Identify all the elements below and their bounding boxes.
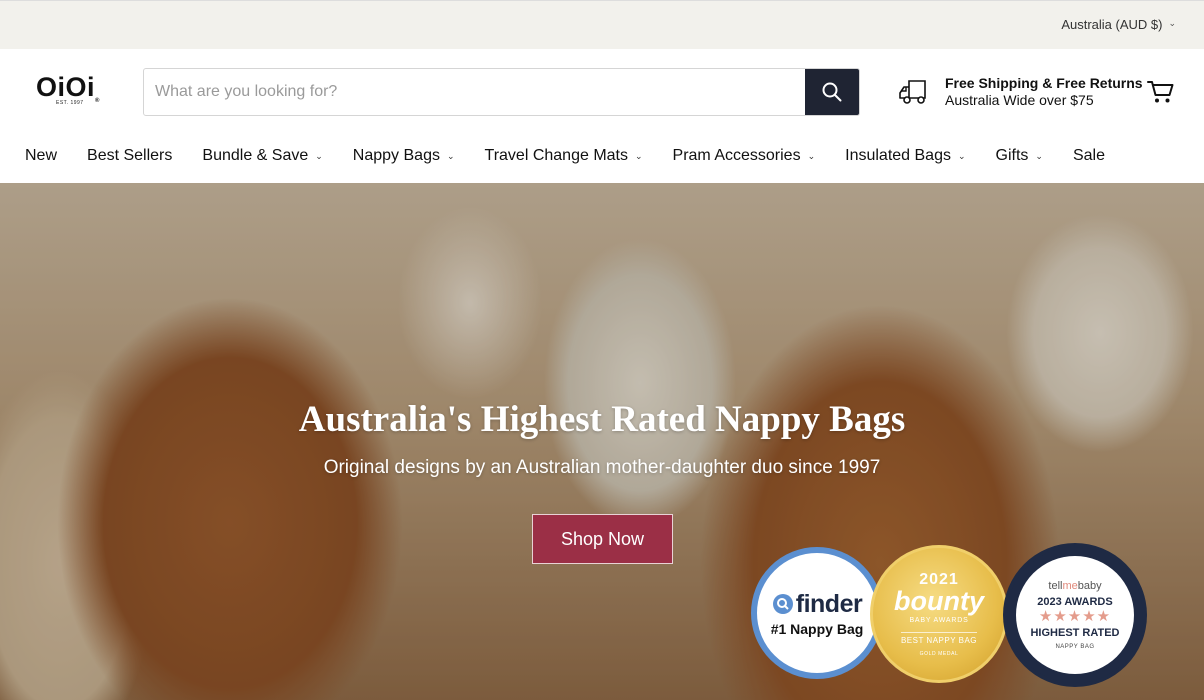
nav-item-bundle-save[interactable]: Bundle & Save ⌄ xyxy=(202,147,322,165)
site-header: OiOi® EST. 1997 Free Shipping & Free Ret… xyxy=(0,49,1204,129)
shipping-title: Free Shipping & Free Returns xyxy=(945,75,1143,91)
bounty-line1: BABY AWARDS xyxy=(909,617,969,624)
logo[interactable]: OiOi® EST. 1997 xyxy=(36,73,116,113)
nav-item-pram-accessories[interactable]: Pram Accessories ⌄ xyxy=(673,147,816,165)
tellmebaby-line2: HIGHEST RATED xyxy=(1030,627,1120,639)
search-icon xyxy=(822,82,842,102)
top-bar: Australia (AUD $) ⌄ xyxy=(0,0,1204,49)
cart-icon xyxy=(1147,81,1174,103)
tellmebaby-badge: tellmebaby 2023 AWARDS ★★★★★ HIGHEST RAT… xyxy=(1003,543,1147,687)
nav-item-new[interactable]: New xyxy=(25,147,57,165)
bounty-brand: bounty xyxy=(894,586,984,616)
finder-text: #1 Nappy Bag xyxy=(770,620,864,637)
nav-item-nappy-bags[interactable]: Nappy Bags ⌄ xyxy=(353,147,455,165)
search-bar xyxy=(143,68,860,116)
tellmebaby-line3: NAPPY BAG xyxy=(1055,644,1095,650)
chevron-down-icon: ⌄ xyxy=(1035,150,1043,161)
shipping-info: Free Shipping & Free Returns Australia W… xyxy=(899,75,1143,109)
finder-magnifier-icon xyxy=(772,594,793,614)
nav-item-label: Best Sellers xyxy=(87,147,173,164)
truck-icon xyxy=(899,80,926,104)
chevron-down-icon: ⌄ xyxy=(446,150,455,161)
hero-subtitle: Original designs by an Australian mother… xyxy=(323,457,881,478)
shop-now-button[interactable]: Shop Now xyxy=(532,514,673,564)
nav-item-label: Travel Change Mats xyxy=(484,147,628,164)
logo-text: OiOi xyxy=(36,72,96,102)
region-label: Australia (AUD $) xyxy=(1061,17,1163,32)
star-rating: ★★★★★ xyxy=(1038,608,1112,625)
chevron-down-icon: ⌄ xyxy=(807,150,816,161)
finder-badge: finder #1 Nappy Bag xyxy=(751,547,883,679)
nav-item-label: Pram Accessories xyxy=(672,147,801,164)
nav-item-label: Bundle & Save xyxy=(202,147,309,164)
cart-button[interactable] xyxy=(1147,79,1175,110)
chevron-down-icon: ⌄ xyxy=(957,150,966,161)
nav-item-label: Gifts xyxy=(995,147,1029,164)
chevron-down-icon: ⌄ xyxy=(1168,18,1176,28)
finder-brand: finder xyxy=(795,589,863,618)
bounty-badge: 2021 bounty BABY AWARDS BEST NAPPY BAG G… xyxy=(870,545,1008,683)
chevron-down-icon: ⌄ xyxy=(315,150,323,161)
nav-item-gifts[interactable]: Gifts ⌄ xyxy=(996,147,1043,165)
nav-item-sale[interactable]: Sale xyxy=(1073,147,1105,165)
bounty-line2: BEST NAPPY BAG xyxy=(900,632,978,645)
nav-item-best-sellers[interactable]: Best Sellers xyxy=(87,147,172,165)
nav-item-label: Nappy Bags xyxy=(352,147,440,164)
nav-item-label: Insulated Bags xyxy=(845,147,951,164)
tellmebaby-brand: tellmebaby xyxy=(1048,580,1102,592)
chevron-down-icon: ⌄ xyxy=(634,150,643,161)
main-nav: New Best Sellers Bundle & Save ⌄ Nappy Bags ⌄… xyxy=(0,129,1204,183)
nav-item-travel-change-mats[interactable]: Travel Change Mats ⌄ xyxy=(485,147,643,165)
region-selector[interactable]: Australia (AUD $) ⌄ xyxy=(1061,17,1176,32)
tellmebaby-line1: 2023 AWARDS xyxy=(1037,596,1113,608)
nav-item-label: New xyxy=(25,147,58,164)
nav-item-label: Sale xyxy=(1072,147,1105,164)
registered-mark: ® xyxy=(95,98,100,104)
nav-item-insulated-bags[interactable]: Insulated Bags ⌄ xyxy=(845,147,965,165)
search-button[interactable] xyxy=(805,69,859,115)
hero-title: Australia's Highest Rated Nappy Bags xyxy=(298,399,906,440)
search-input[interactable] xyxy=(144,69,805,115)
hero-banner: Australia's Highest Rated Nappy Bags Ori… xyxy=(0,183,1204,700)
shipping-subtitle: Australia Wide over $75 xyxy=(945,92,1094,108)
bounty-line3: GOLD MEDAL xyxy=(919,651,959,657)
